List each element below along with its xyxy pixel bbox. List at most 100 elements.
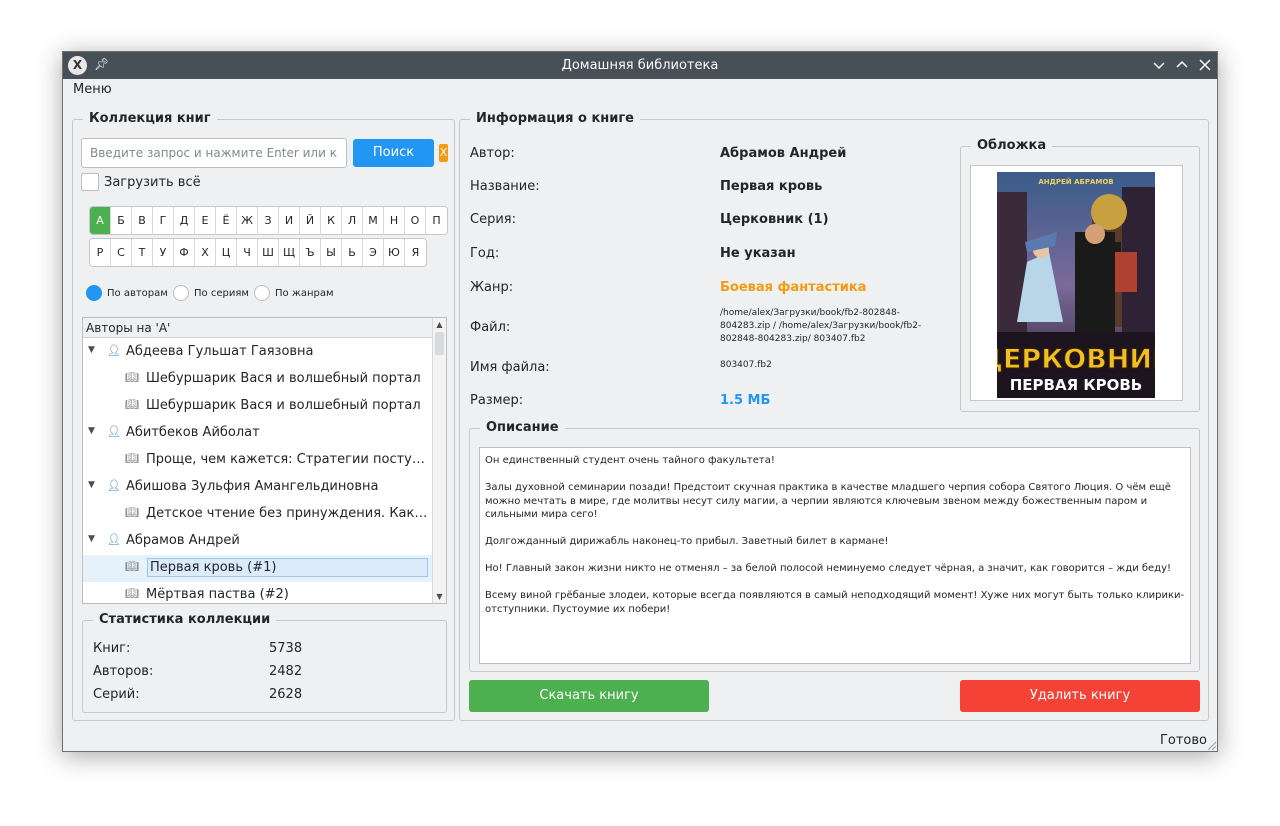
letter-button[interactable]: Н xyxy=(384,207,405,234)
person-icon: 👤︎ xyxy=(107,344,121,357)
expand-arrow-icon[interactable]: ▼ xyxy=(88,345,95,355)
mode-genres-label: По жанрам xyxy=(275,287,334,299)
letter-button[interactable]: А xyxy=(90,207,111,234)
clear-search-button[interactable]: X xyxy=(439,144,448,162)
letter-button[interactable]: П xyxy=(426,207,447,234)
letter-button[interactable]: Р xyxy=(90,239,111,266)
description-text[interactable]: Он единственный студент очень тайного фа… xyxy=(479,447,1191,664)
letter-button[interactable]: М xyxy=(363,207,384,234)
scroll-up-icon[interactable]: ▲ xyxy=(433,318,446,331)
letter-button[interactable]: Ф xyxy=(174,239,195,266)
tree-author-row[interactable]: ▼ 👤︎ Абдеева Гульшат Гаязовна xyxy=(83,339,433,366)
tree-author-row[interactable]: ▼ 👤︎ Абрамов Андрей xyxy=(83,528,433,555)
stat-series-label: Серий: xyxy=(93,687,140,702)
letter-button[interactable]: И xyxy=(279,207,300,234)
menu-bar: Меню xyxy=(63,79,1217,101)
letter-button[interactable]: Х xyxy=(195,239,216,266)
letter-button[interactable]: С xyxy=(111,239,132,266)
letter-button[interactable]: Ю xyxy=(384,239,405,266)
expand-arrow-icon[interactable]: ▼ xyxy=(88,426,95,436)
letter-button[interactable]: Ъ xyxy=(300,239,321,266)
tree-header: Авторы на 'А' xyxy=(83,318,433,338)
tree-scrollbar[interactable]: ▲ ▼ xyxy=(432,318,446,603)
stat-series-value: 2628 xyxy=(269,687,303,702)
maximize-button[interactable] xyxy=(1173,56,1191,74)
minimize-button[interactable] xyxy=(1150,56,1168,74)
letter-button[interactable]: Я xyxy=(405,239,426,266)
tree-author-label: Абдеева Гульшат Гаязовна xyxy=(126,344,314,359)
close-icon xyxy=(1199,59,1211,71)
letter-button[interactable]: Б xyxy=(111,207,132,234)
close-button[interactable] xyxy=(1196,56,1214,74)
expand-arrow-icon[interactable]: ▼ xyxy=(88,534,95,544)
tree-book-row[interactable]: 📖︎ Шебуршарик Вася и волшебный портал xyxy=(83,366,433,393)
name-label: Название: xyxy=(470,179,540,194)
letter-button[interactable]: Й xyxy=(300,207,321,234)
cover-series-text: ЦЕРКОВНИК xyxy=(997,344,1155,375)
book-icon: 📖︎ xyxy=(125,506,139,519)
letter-button[interactable]: Ы xyxy=(321,239,342,266)
tree-author-row[interactable]: ▼ 👤︎ Абитбеков Айболат xyxy=(83,420,433,447)
alphabet-row-1: АБВГДЕЁЖЗИЙКЛМНОП xyxy=(89,206,448,235)
expand-arrow-icon[interactable]: ▼ xyxy=(88,480,95,490)
collection-title: Коллекция книг xyxy=(83,111,217,126)
author-tree[interactable]: Авторы на 'А' ▼ 👤︎ Абдеева Гульшат Гаязовн… xyxy=(82,317,447,604)
search-button[interactable]: Поиск xyxy=(353,139,434,167)
tree-book-row[interactable]: 📖︎ Детское чтение без принуждения. Как пр… xyxy=(83,501,433,528)
letter-button[interactable]: Ё xyxy=(216,207,237,234)
letter-button[interactable]: Л xyxy=(342,207,363,234)
tree-author-row[interactable]: ▼ 👤︎ Абишова Зульфия Амангельдиновна xyxy=(83,474,433,501)
book-info-group: Информация о книге Автор: Абрамов Андрей… xyxy=(459,111,1209,721)
resize-grip-icon[interactable] xyxy=(1208,742,1216,750)
scroll-thumb[interactable] xyxy=(435,332,444,355)
letter-button[interactable]: Щ xyxy=(279,239,300,266)
letter-button[interactable]: Ь xyxy=(342,239,363,266)
mode-series-radio[interactable]: По сериям xyxy=(173,285,249,301)
description-group: Описание Он единственный студент очень т… xyxy=(469,420,1200,672)
author-value: Абрамов Андрей xyxy=(720,146,847,161)
letter-button[interactable]: В xyxy=(132,207,153,234)
letter-button[interactable]: У xyxy=(153,239,174,266)
cover-group: Обложка АНДРЕЙ АБРАМОВ ЕРКОВНИ ПЕРВАЯ КР… xyxy=(960,138,1200,412)
delete-button[interactable]: Удалить книгу xyxy=(960,680,1200,712)
radio-dot xyxy=(173,285,189,301)
title-bar[interactable]: X 📌︎ Домашняя библиотека xyxy=(63,52,1217,79)
description-paragraph: Он единственный студент очень тайного фа… xyxy=(485,455,775,466)
download-button[interactable]: Скачать книгу xyxy=(469,680,709,712)
letter-button[interactable]: Э xyxy=(363,239,384,266)
menu-main[interactable]: Меню xyxy=(73,82,112,97)
letter-button[interactable]: Ч xyxy=(237,239,258,266)
tree-book-label: Мёртвая паства (#2) xyxy=(146,587,289,602)
letter-button[interactable]: О xyxy=(405,207,426,234)
mode-authors-radio[interactable]: По авторам xyxy=(86,285,168,301)
search-input[interactable] xyxy=(81,138,347,168)
description-paragraph: Но! Главный закон жизни никто не отменял… xyxy=(485,563,1172,574)
letter-button[interactable]: Ц xyxy=(216,239,237,266)
letter-button[interactable]: Т xyxy=(132,239,153,266)
scroll-down-icon[interactable]: ▼ xyxy=(433,590,446,603)
load-all-checkbox[interactable] xyxy=(81,173,99,191)
letter-button[interactable]: К xyxy=(321,207,342,234)
letter-button[interactable]: Е xyxy=(195,207,216,234)
letter-button[interactable]: Г xyxy=(153,207,174,234)
mode-series-label: По сериям xyxy=(194,287,249,299)
letter-button[interactable]: Ж xyxy=(237,207,258,234)
chevron-down-icon xyxy=(1153,62,1165,70)
genre-value: Боевая фантастика xyxy=(720,280,867,295)
cover-frame: АНДРЕЙ АБРАМОВ ЦЕРКОВНИК ПЕРВАЯ КРОВЬ xyxy=(970,165,1183,401)
cover-book-text: ПЕРВАЯ КРОВЬ xyxy=(1010,376,1142,394)
tree-book-row[interactable]: 📖︎ Мёртвая паства (#2) xyxy=(83,582,433,603)
letter-button[interactable]: Д xyxy=(174,207,195,234)
series-label: Серия: xyxy=(470,212,516,227)
mode-genres-radio[interactable]: По жанрам xyxy=(254,285,334,301)
book-icon: 📖︎ xyxy=(125,560,139,573)
tree-author-label: Абитбеков Айболат xyxy=(126,425,260,440)
letter-button[interactable]: З xyxy=(258,207,279,234)
description-title: Описание xyxy=(480,420,565,435)
tree-book-row[interactable]: 📖︎ Первая кровь (#1) xyxy=(83,555,433,582)
tree-book-row[interactable]: 📖︎ Шебуршарик Вася и волшебный портал xyxy=(83,393,433,420)
letter-button[interactable]: Ш xyxy=(258,239,279,266)
tree-author-label: Абрамов Андрей xyxy=(126,533,240,548)
file-value: /home/alex/Загрузки/book/fb2-802848-8042… xyxy=(720,308,922,344)
tree-book-row[interactable]: 📖︎ Проще, чем кажется: Стратегии поступле… xyxy=(83,447,433,474)
